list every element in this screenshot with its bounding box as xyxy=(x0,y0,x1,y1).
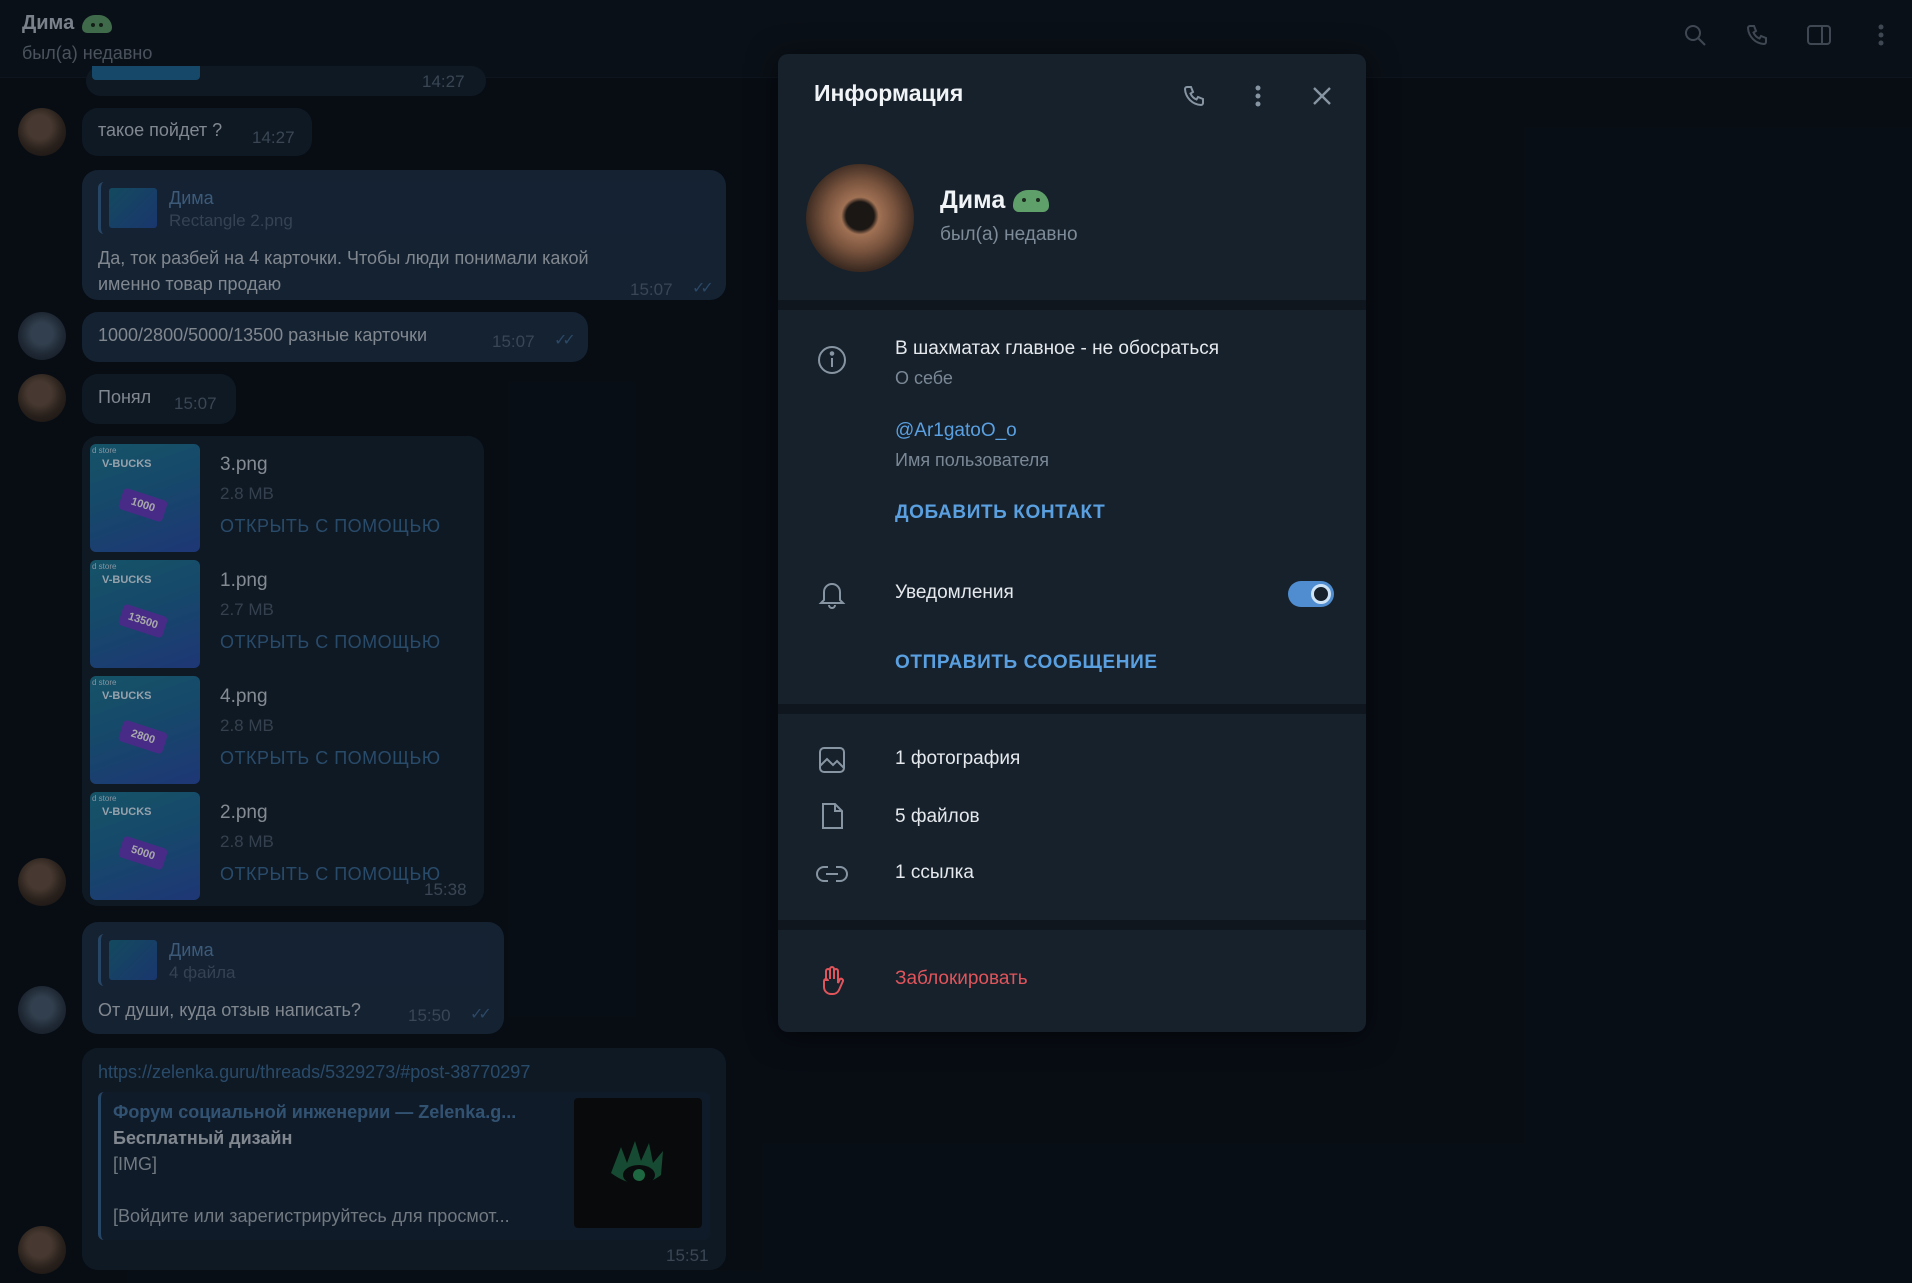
info-icon xyxy=(814,342,850,378)
profile-name-text: Дима xyxy=(940,186,1006,214)
section-divider xyxy=(778,704,1366,714)
photo-icon xyxy=(814,742,850,778)
panel-title: Информация xyxy=(814,80,964,106)
toggle-knob xyxy=(1311,584,1331,604)
bio-label: О себе xyxy=(895,368,953,388)
bio-text[interactable]: В шахматах главное - не обосраться xyxy=(895,338,1219,360)
section-divider xyxy=(778,920,1366,930)
bell-icon xyxy=(814,576,850,612)
media-links-link[interactable]: 1 ссылка xyxy=(895,862,974,884)
block-user-button[interactable]: Заблокировать xyxy=(895,968,1028,990)
notifications-toggle[interactable] xyxy=(1288,581,1334,607)
close-icon[interactable] xyxy=(1308,82,1336,110)
media-files-link[interactable]: 5 файлов xyxy=(895,806,980,828)
link-icon xyxy=(814,856,850,892)
user-info-panel: Информация Дима был(а) недавно В шахмата… xyxy=(778,54,1366,1032)
app-window: Дима был(а) недавно 14:27 такое пойдет ?… xyxy=(0,0,1912,1283)
profile-avatar[interactable] xyxy=(806,164,914,272)
username-link[interactable]: @Ar1gatoO_o xyxy=(895,420,1017,442)
section-divider xyxy=(778,300,1366,310)
add-contact-button[interactable]: ДОБАВИТЬ КОНТАКТ xyxy=(895,502,1105,524)
profile-name: Дима xyxy=(940,186,1050,215)
username-label: Имя пользователя xyxy=(895,450,1050,470)
phone-icon[interactable] xyxy=(1180,82,1208,110)
notifications-label: Уведомления xyxy=(895,582,1014,603)
more-icon[interactable] xyxy=(1244,82,1272,110)
media-photos-link[interactable]: 1 фотография xyxy=(895,748,1020,770)
profile-status: был(а) недавно xyxy=(940,224,1078,245)
send-message-button[interactable]: ОТПРАВИТЬ СООБЩЕНИЕ xyxy=(895,652,1158,674)
panel-actions xyxy=(1180,82,1336,110)
emoji-status-icon xyxy=(1013,189,1050,212)
hand-stop-icon xyxy=(814,962,850,998)
file-icon xyxy=(814,798,850,834)
